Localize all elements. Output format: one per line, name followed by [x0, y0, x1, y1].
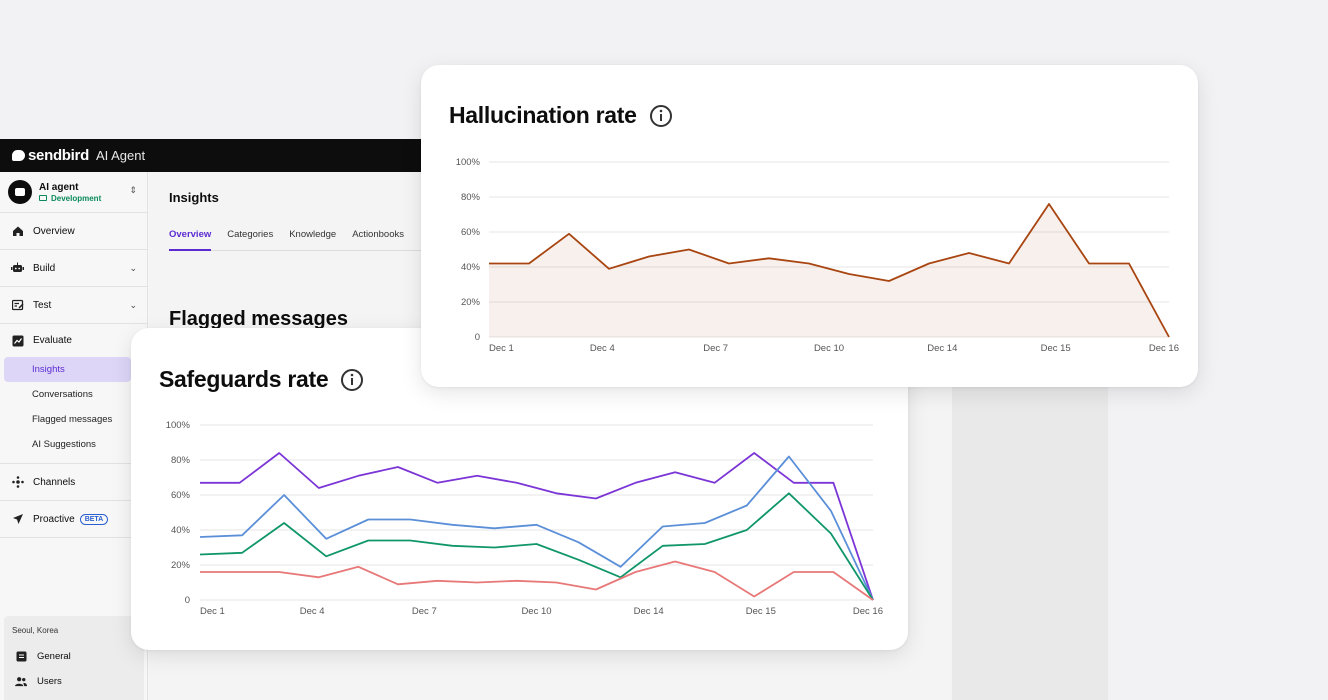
sidebar-item-insights[interactable]: Insights	[4, 357, 131, 382]
sidebar-item-test[interactable]: Test ⌄	[0, 287, 147, 324]
tab-knowledge[interactable]: Knowledge	[289, 229, 336, 251]
series-line	[200, 560, 874, 601]
y-tick-label: 60%	[461, 227, 481, 238]
x-tick-label: Dec 4	[590, 343, 615, 354]
test-icon	[11, 299, 24, 312]
x-tick-label: Dec 4	[300, 606, 325, 617]
sidebar-item-proactive[interactable]: Proactive BETA	[0, 501, 147, 538]
sidebar-item-label: Evaluate	[33, 335, 72, 346]
y-tick-label: 0	[185, 595, 190, 606]
sidebar-item-flagged-messages[interactable]: Flagged messages	[0, 407, 147, 432]
sidebar-item-label: Proactive	[33, 513, 75, 525]
x-tick-label: Dec 15	[746, 606, 776, 617]
x-tick-label: Dec 15	[1041, 343, 1071, 354]
send-icon	[11, 513, 24, 526]
sidebar-item-overview[interactable]: Overview	[0, 213, 147, 250]
environment-icon	[39, 195, 47, 201]
location-label: Seoul, Korea	[12, 626, 59, 635]
y-tick-label: 0	[475, 332, 480, 343]
y-tick-label: 100%	[456, 157, 481, 168]
hallucination-rate-card: Hallucination rate 0 20% 40% 60% 80% 100% Dec …	[421, 65, 1198, 387]
agent-avatar	[8, 180, 32, 204]
channels-icon	[11, 476, 24, 489]
sidebar-item-users[interactable]: Users	[12, 669, 136, 694]
sidebar-item-ai-suggestions[interactable]: AI Suggestions	[0, 432, 147, 457]
x-tick-label: Dec 16	[1149, 343, 1179, 354]
sendbird-logo[interactable]: sendbird AI Agent	[12, 147, 145, 164]
x-tick-label: Dec 7	[412, 606, 437, 617]
y-tick-label: 20%	[171, 560, 191, 571]
sidebar-item-conversations[interactable]: Conversations	[0, 382, 147, 407]
x-tick-label: Dec 10	[814, 343, 844, 354]
sidebar-item-label: Channels	[33, 476, 76, 488]
chevron-down-icon: ⌄	[129, 262, 137, 273]
beta-badge: BETA	[79, 513, 109, 525]
agent-name: AI agent	[39, 181, 79, 193]
series-line	[199, 492, 874, 601]
y-tick-label: 40%	[461, 262, 481, 273]
robot-icon	[11, 262, 24, 275]
series-area	[489, 204, 1169, 337]
sendbird-logo-icon	[12, 150, 25, 161]
hallucination-rate-chart: 0 20% 40% 60% 80% 100% Dec 1 Dec 4 Dec 7 Dec 10 De…	[456, 157, 1179, 354]
x-tick-label: Dec 7	[703, 343, 728, 354]
tab-overview[interactable]: Overview	[169, 229, 212, 251]
page-title: Insights	[169, 190, 219, 205]
chart-icon	[11, 334, 24, 347]
product-name: AI Agent	[95, 148, 146, 163]
sidebar-item-label: General	[37, 651, 71, 662]
y-tick-label: 80%	[171, 455, 191, 466]
logo-text: sendbird	[28, 147, 89, 164]
sidebar-item-general[interactable]: General	[12, 644, 136, 669]
sidebar-item-build[interactable]: Build ⌄	[0, 250, 147, 287]
sidebar-item-evaluate[interactable]: Evaluate	[0, 324, 147, 357]
tab-categories[interactable]: Categories	[227, 229, 273, 251]
x-tick-label: Dec 1	[200, 606, 225, 617]
sidebar-item-label: Build	[33, 262, 56, 274]
sidebar-item-label: Test	[33, 299, 52, 311]
sidebar-item-label: Users	[37, 676, 62, 687]
y-tick-label: 60%	[171, 490, 191, 501]
tab-bar: Overview Categories Knowledge Actionbook…	[169, 229, 429, 251]
y-tick-label: 20%	[461, 297, 481, 308]
tab-actionbooks[interactable]: Actionbooks	[352, 229, 404, 251]
home-icon	[11, 225, 24, 238]
y-tick-label: 80%	[461, 192, 481, 203]
environment-label: Development	[51, 193, 102, 203]
sidebar-item-label: Overview	[33, 225, 75, 237]
settings-list-icon	[15, 651, 27, 663]
agent-environment: Development	[39, 194, 101, 203]
x-tick-label: Dec 14	[927, 343, 957, 354]
x-tick-label: Dec 16	[853, 606, 883, 617]
sidebar: AI agent Development ⇕ Overview Build ⌄ …	[0, 172, 148, 700]
x-tick-label: Dec 14	[634, 606, 664, 617]
agent-switcher[interactable]: AI agent Development ⇕	[0, 172, 147, 213]
evaluate-group: Evaluate Insights Conversations Flagged …	[0, 324, 147, 464]
chevron-down-icon: ⌄	[129, 299, 137, 310]
sidebar-item-channels[interactable]: Channels	[0, 464, 147, 501]
users-icon	[15, 676, 27, 688]
robot-icon	[15, 188, 25, 196]
series-line	[199, 455, 874, 601]
sidebar-footer: Seoul, Korea General Users	[4, 616, 144, 700]
x-tick-label: Dec 1	[489, 343, 514, 354]
y-tick-label: 100%	[166, 420, 191, 431]
chevron-up-down-icon: ⇕	[129, 185, 137, 195]
x-tick-label: Dec 10	[521, 606, 551, 617]
y-tick-label: 40%	[171, 525, 191, 536]
